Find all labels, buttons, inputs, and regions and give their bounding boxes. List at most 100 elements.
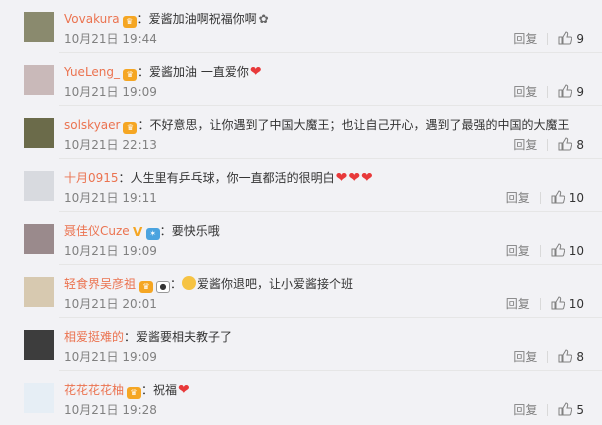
comment-time: 10月21日 19:09 bbox=[64, 350, 157, 364]
avatar[interactable] bbox=[24, 118, 54, 148]
like-button[interactable]: 10 bbox=[551, 243, 584, 258]
comment-actions: 回复 8 bbox=[513, 349, 584, 365]
like-count: 5 bbox=[576, 403, 584, 417]
divider bbox=[539, 298, 541, 310]
comment-actions: 回复 5 bbox=[513, 402, 584, 418]
comment-line: 十月0915：人生里有乒乓球，你一直都活的很明白❤❤❤ bbox=[64, 170, 373, 186]
avatar[interactable] bbox=[24, 65, 54, 95]
divider bbox=[547, 86, 549, 98]
heart-icon: ❤ bbox=[348, 170, 361, 186]
reply-button[interactable]: 回复 bbox=[513, 85, 537, 99]
reply-button[interactable]: 回复 bbox=[506, 191, 530, 205]
avatar[interactable] bbox=[24, 12, 54, 42]
thumbs-up-icon bbox=[558, 31, 573, 45]
reply-button[interactable]: 回复 bbox=[513, 350, 537, 364]
comment-actions: 回复 8 bbox=[513, 137, 584, 153]
comment-actions: 回复 10 bbox=[506, 243, 584, 259]
like-button[interactable]: 10 bbox=[551, 190, 584, 205]
comment-item: 聂佳仪Cuze V ✶ ：要快乐哦 10月21日 19:09 回复 10 bbox=[0, 212, 602, 265]
comment-list: Vovakura ♛ ：爱酱加油啊祝福你啊 ✿ 10月21日 19:44 回复 9 Yu… bbox=[0, 0, 602, 425]
username-link[interactable]: solskyaer bbox=[64, 118, 120, 132]
reply-button[interactable]: 回复 bbox=[513, 32, 537, 46]
username-link[interactable]: 十月0915 bbox=[64, 171, 119, 185]
divider bbox=[547, 33, 549, 45]
pray-emoji-icon: ✿ bbox=[258, 12, 269, 26]
username-link[interactable]: 聂佳仪Cuze bbox=[64, 224, 130, 238]
panda-badge-icon: ● bbox=[156, 281, 171, 293]
avatar[interactable] bbox=[24, 330, 54, 360]
like-count: 8 bbox=[576, 350, 584, 364]
heart-icon: ❤ bbox=[249, 64, 262, 80]
like-button[interactable]: 8 bbox=[558, 137, 584, 152]
comment-line: YueLeng_ ♛ ：爱酱加油 一直爱你❤ bbox=[64, 64, 262, 81]
comment-time: 10月21日 19:09 bbox=[64, 244, 157, 258]
comment-time: 10月21日 19:11 bbox=[64, 191, 157, 205]
comment-actions: 回复 9 bbox=[513, 84, 584, 100]
username-link[interactable]: 花花花花柚 bbox=[64, 383, 124, 397]
comment-line: 聂佳仪Cuze V ✶ ：要快乐哦 bbox=[64, 224, 220, 240]
divider bbox=[539, 192, 541, 204]
comment-text: 要快乐哦 bbox=[171, 224, 220, 238]
member-badge-icon: ♛ bbox=[127, 387, 142, 399]
member-badge-icon: ♛ bbox=[139, 281, 154, 293]
like-button[interactable]: 9 bbox=[558, 84, 584, 99]
avatar[interactable] bbox=[24, 171, 54, 201]
divider bbox=[539, 245, 541, 257]
comment-text: 爱酱加油啊祝福你啊 bbox=[148, 12, 257, 26]
like-button[interactable]: 5 bbox=[558, 402, 584, 417]
reply-button[interactable]: 回复 bbox=[513, 138, 537, 152]
like-button[interactable]: 8 bbox=[558, 349, 584, 364]
thumbs-up-icon bbox=[551, 190, 565, 204]
comment-item: YueLeng_ ♛ ：爱酱加油 一直爱你❤ 10月21日 19:09 回复 9 bbox=[0, 53, 602, 106]
comment-item: solskyaer ♛ ：不好意思，让你遇到了中国大魔王；也让自己开心，遇到了最强的… bbox=[0, 106, 602, 159]
comment-line: 花花花花柚 ♛ ：祝福❤ bbox=[64, 382, 190, 399]
reply-button[interactable]: 回复 bbox=[506, 244, 530, 258]
comment-item: 轻食界吴彦祖 ♛ ●：爱酱你退吧，让小爱酱接个班 10月21日 20:01 回复 10 bbox=[0, 265, 602, 318]
like-count: 9 bbox=[576, 85, 584, 99]
heart-icon: ❤ bbox=[361, 170, 373, 186]
reply-button[interactable]: 回复 bbox=[513, 403, 537, 417]
avatar[interactable] bbox=[24, 383, 54, 413]
comment-text: 爱酱你退吧，让小爱酱接个班 bbox=[197, 277, 354, 291]
username-link[interactable]: 轻食界吴彦祖 bbox=[64, 277, 136, 291]
like-count: 8 bbox=[576, 138, 584, 152]
reply-button[interactable]: 回复 bbox=[506, 297, 530, 311]
comment-text: 爱酱要相夫教子了 bbox=[136, 330, 233, 344]
comment-actions: 回复 10 bbox=[506, 190, 584, 206]
comment-item: 相爱挺难的：爱酱要相夫教子了 10月21日 19:09 回复 8 bbox=[0, 318, 602, 371]
username-link[interactable]: 相爱挺难的 bbox=[64, 330, 124, 344]
username-link[interactable]: YueLeng_ bbox=[64, 65, 120, 79]
heart-icon: ❤ bbox=[335, 170, 348, 186]
comment-line: Vovakura ♛ ：爱酱加油啊祝福你啊 ✿ bbox=[64, 12, 269, 28]
heart-icon: ❤ bbox=[178, 382, 190, 398]
comment-text: 不好意思，让你遇到了中国大魔王；也让自己开心，遇到了最强的中国的大魔王 bbox=[149, 118, 570, 132]
comment-text: 爱酱加油 一直爱你 bbox=[149, 65, 249, 79]
thumbs-up-icon bbox=[551, 243, 565, 257]
comment-line: 轻食界吴彦祖 ♛ ●：爱酱你退吧，让小爱酱接个班 bbox=[64, 276, 354, 293]
comment-text: 祝福 bbox=[153, 383, 178, 397]
comment-item: Vovakura ♛ ：爱酱加油啊祝福你啊 ✿ 10月21日 19:44 回复 9 bbox=[0, 0, 602, 53]
comment-time: 10月21日 19:09 bbox=[64, 85, 157, 99]
verified-v-icon: V bbox=[133, 225, 143, 239]
member-badge-icon: ♛ bbox=[122, 16, 137, 28]
avatar[interactable] bbox=[24, 277, 54, 307]
divider bbox=[547, 351, 549, 363]
username-link[interactable]: Vovakura bbox=[64, 12, 120, 26]
comment-item: 十月0915：人生里有乒乓球，你一直都活的很明白❤❤❤ 10月21日 19:11… bbox=[0, 159, 602, 212]
divider bbox=[547, 139, 549, 151]
comment-time: 10月21日 19:44 bbox=[64, 32, 157, 46]
thumbs-up-icon bbox=[558, 402, 573, 416]
like-button[interactable]: 10 bbox=[551, 296, 584, 311]
level-badge-icon: ✶ bbox=[145, 228, 160, 240]
comment-line: solskyaer ♛ ：不好意思，让你遇到了中国大魔王；也让自己开心，遇到了最强的… bbox=[64, 118, 570, 134]
comment-text: 人生里有乒乓球，你一直都活的很明白 bbox=[130, 171, 335, 185]
comment-actions: 回复 9 bbox=[513, 31, 584, 47]
comment-time: 10月21日 19:28 bbox=[64, 403, 157, 417]
avatar[interactable] bbox=[24, 224, 54, 254]
comment-line: 相爱挺难的：爱酱要相夫教子了 bbox=[64, 330, 233, 344]
like-count: 10 bbox=[568, 244, 584, 258]
comment-time: 10月21日 22:13 bbox=[64, 138, 157, 152]
comment-actions: 回复 10 bbox=[506, 296, 584, 312]
like-button[interactable]: 9 bbox=[558, 31, 584, 46]
like-count: 10 bbox=[568, 191, 584, 205]
